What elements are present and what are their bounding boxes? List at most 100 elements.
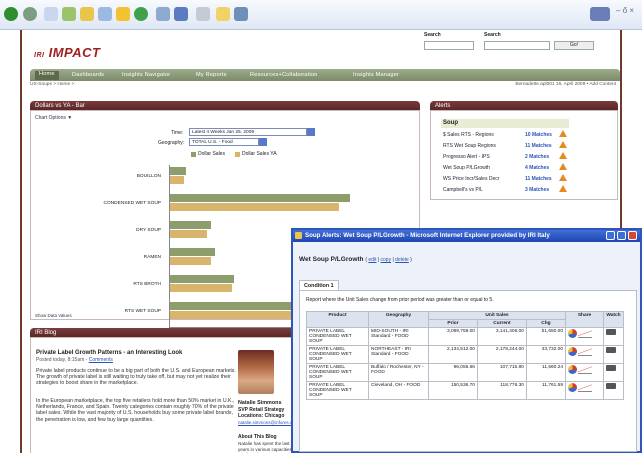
row-share[interactable] [565,363,604,382]
col-chg[interactable]: Chg [525,319,567,328]
alert-name[interactable]: WS Price Incr/Sales Decr [441,173,523,184]
line-chart-icon[interactable] [578,366,593,374]
blog-paragraph-2: In the European marketplace, the top fiv… [36,398,235,423]
nav-dashboards[interactable]: Dashboards [72,72,104,78]
bar-dollar-sales-ya[interactable] [169,203,339,211]
author-email[interactable]: natalie.simmons@infores.com [238,420,298,425]
edit-icon[interactable] [196,7,210,21]
home-icon[interactable] [80,7,94,21]
popup-close-button[interactable] [628,231,637,240]
nav-resources[interactable]: Resources+Collaboration [250,72,318,78]
alert-name[interactable]: $ Sales RTS - Regions [441,129,523,140]
nav-my-reports[interactable]: My Reports [196,72,227,78]
blog-post-title[interactable]: Private Label Growth Patterns - an Inter… [36,350,216,356]
row-watch[interactable] [603,345,624,364]
pie-chart-icon[interactable] [568,329,577,338]
bar-dollar-sales[interactable] [169,221,211,229]
favorites-icon[interactable] [116,7,130,21]
col-current[interactable]: Current [476,319,527,328]
col-geography[interactable]: Geography [368,311,429,328]
row-watch[interactable] [603,327,624,346]
popup-minimize-button[interactable] [606,231,615,240]
chart-options-link[interactable]: Chart Options ▼ [35,115,72,121]
alert-matches[interactable]: 3 Matches [523,184,557,195]
bar-dollar-sales[interactable] [169,275,234,283]
row-share[interactable] [565,345,604,364]
stop-icon[interactable] [44,7,58,21]
show-data-values-link[interactable]: Show Data Values [35,313,72,318]
alert-name[interactable]: RTS Wet Soup Regions [441,140,523,151]
bar-dollar-sales-ya[interactable] [169,176,185,184]
nav-home[interactable]: Home [35,71,59,80]
pie-chart-icon[interactable] [568,347,577,356]
search-type-select[interactable] [484,41,550,50]
messenger-icon[interactable] [234,7,248,21]
bar-dollar-sales[interactable] [169,167,187,175]
bar-dollar-sales-ya[interactable] [169,230,208,238]
col-product[interactable]: Product [306,311,369,328]
alert-matches[interactable]: 4 Matches [523,162,557,173]
bar-dollar-sales-ya[interactable] [169,284,232,292]
popup-maximize-button[interactable] [617,231,626,240]
go-button[interactable]: Go! [554,41,594,50]
watch-icon[interactable] [606,329,616,335]
window-controls[interactable]: – ő × [616,6,634,15]
alert-matches[interactable]: 11 Matches [523,173,557,184]
search-input[interactable] [424,41,474,50]
tab-condition-1[interactable]: Condition 1 [299,280,339,290]
back-icon[interactable] [4,7,18,21]
row-watch[interactable] [603,363,624,382]
alerts-panel-header: Alerts [430,101,618,110]
col-prior[interactable]: Prior [428,319,478,328]
alert-name[interactable]: Wet Soup P/LGrowth [441,162,523,173]
alert-matches[interactable]: 2 Matches [523,151,557,162]
alert-matches[interactable]: 11 Matches [523,140,557,151]
row-product: PRIVATE LABEL CONDENSED WET SOUP [306,381,369,400]
nav-insights-navigator[interactable]: Insights Navigator [122,72,170,78]
line-chart-icon[interactable] [578,348,593,356]
row-share[interactable] [565,327,604,346]
alert-row: WS Price Incr/Sales Decr 11 Matches [441,173,569,184]
watch-icon[interactable] [606,383,616,389]
alert-name[interactable]: Progresso Alert - IPS [441,151,523,162]
row-current: 107,715.90 [476,363,527,382]
condition-panel: Report where the Unit Sales change from … [299,290,637,452]
mail-icon[interactable] [156,7,170,21]
category-label: CONDENSED WET SOUP [103,201,161,206]
bar-dollar-sales[interactable] [169,194,351,202]
alert-row: Campbell's vs P/L 3 Matches [441,184,569,195]
breadcrumb[interactable]: US-Soups > Home > [30,82,74,87]
line-chart-icon[interactable] [578,384,593,392]
bar-dollar-sales[interactable] [169,248,215,256]
watch-icon[interactable] [606,347,616,353]
blog-posted: Posted today, 8:15am - Comments [36,357,113,363]
folder-icon[interactable] [216,7,230,21]
alert-name[interactable]: Campbell's vs P/L [441,184,523,195]
comments-link[interactable]: Comments [89,357,113,363]
copy-link[interactable]: copy [381,257,392,263]
pie-chart-icon[interactable] [568,383,577,392]
time-select[interactable]: Latest 4 Weeks Jan 25, 2009 [189,128,307,136]
delete-link[interactable]: delete [395,257,409,263]
nav-insights-manager[interactable]: Insights Manager [353,72,399,78]
geography-select[interactable]: TOTAL U.S. - Food [189,138,259,146]
row-geography: NORTHEAST - IRI Standard - FOOD [368,345,429,364]
alert-matches[interactable]: 10 Matches [523,129,557,140]
forward-icon[interactable] [23,7,37,21]
search-icon[interactable] [98,7,112,21]
refresh-icon[interactable] [62,7,76,21]
history-icon[interactable] [134,7,148,21]
line-chart-icon[interactable] [578,330,593,338]
geography-dropdown-icon[interactable] [259,138,267,146]
alert-row: $ Sales RTS - Regions 10 Matches [441,129,569,140]
row-geography: Buffalo / Rochester, NY - FOOD [368,363,429,382]
bar-dollar-sales-ya[interactable] [169,257,211,265]
time-dropdown-icon[interactable] [307,128,315,136]
row-share[interactable] [565,381,604,400]
pie-chart-icon[interactable] [568,365,577,374]
edit-link[interactable]: edit [368,257,376,263]
main-nav: Home Dashboards Insights Navigator My Re… [30,69,620,81]
watch-icon[interactable] [606,365,616,371]
print-icon[interactable] [174,7,188,21]
row-watch[interactable] [603,381,624,400]
